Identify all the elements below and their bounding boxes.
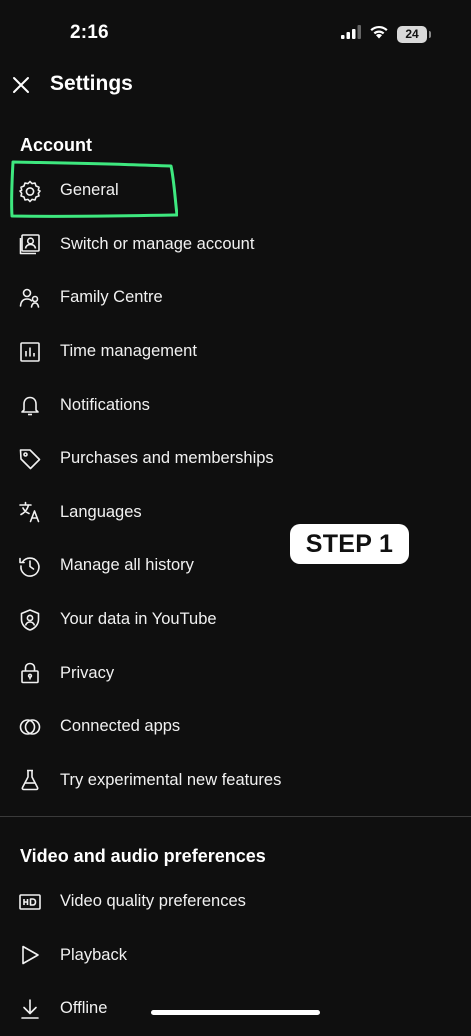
section-title-account: Account [20,135,92,155]
history-icon [17,553,43,579]
settings-item-label: Playback [60,945,127,964]
close-icon [13,77,29,93]
settings-item-label: Connected apps [60,717,181,736]
download-icon [17,996,43,1022]
account-switch-icon [17,231,43,257]
settings-item-label: Video quality preferences [60,892,246,911]
play-icon [17,942,43,968]
bell-icon [17,392,43,418]
settings-item-your-data[interactable]: Your data in YouTube [0,593,471,647]
status-bar: 2:16 24 [0,0,471,66]
settings-item-label: Purchases and memberships [60,449,274,468]
section-divider [0,816,471,817]
battery-icon: 24 [397,25,431,43]
translate-icon [17,499,43,525]
step-badge: STEP 1 [290,524,409,564]
settings-item-label: Your data in YouTube [60,610,217,629]
settings-item-family-centre[interactable]: Family Centre [0,271,471,325]
settings-item-privacy[interactable]: Privacy [0,646,471,700]
flask-icon [17,767,43,793]
settings-item-label: Manage all history [60,556,194,575]
settings-item-connected-apps[interactable]: Connected apps [0,700,471,754]
header: Settings [0,62,471,110]
family-icon [17,285,43,311]
highlight-annotation [10,160,178,218]
status-icons: 24 [341,24,431,44]
settings-item-offline[interactable]: Offline [0,982,471,1036]
hd-icon [17,889,43,915]
settings-item-label: Languages [60,502,142,521]
settings-item-label: Try experimental new features [60,770,282,789]
lock-icon [17,660,43,686]
account-settings-list: General Switch or manage account Family … [0,164,471,807]
settings-item-label: Offline [60,999,108,1018]
settings-item-notifications[interactable]: Notifications [0,378,471,432]
settings-item-purchases[interactable]: Purchases and memberships [0,432,471,486]
connected-apps-icon [17,714,43,740]
settings-item-label: Switch or manage account [60,234,255,253]
settings-item-time-management[interactable]: Time management [0,325,471,379]
shield-user-icon [17,607,43,633]
wifi-icon [369,24,389,44]
close-button[interactable] [8,68,34,102]
page-title: Settings [50,72,133,95]
battery-level: 24 [405,27,419,41]
home-indicator[interactable] [151,1010,320,1015]
status-time: 2:16 [70,22,109,43]
settings-item-label: Notifications [60,395,150,414]
settings-item-experimental[interactable]: Try experimental new features [0,754,471,808]
tag-icon [17,446,43,472]
section-title-video-audio: Video and audio preferences [20,846,266,866]
settings-item-label: Time management [60,342,197,361]
settings-item-label: Privacy [60,663,115,682]
settings-item-switch-account[interactable]: Switch or manage account [0,218,471,272]
settings-item-playback[interactable]: Playback [0,929,471,983]
bar-chart-icon [17,339,43,365]
settings-item-video-quality[interactable]: Video quality preferences [0,875,471,929]
settings-item-label: Family Centre [60,288,163,307]
cellular-signal-icon [341,24,361,44]
